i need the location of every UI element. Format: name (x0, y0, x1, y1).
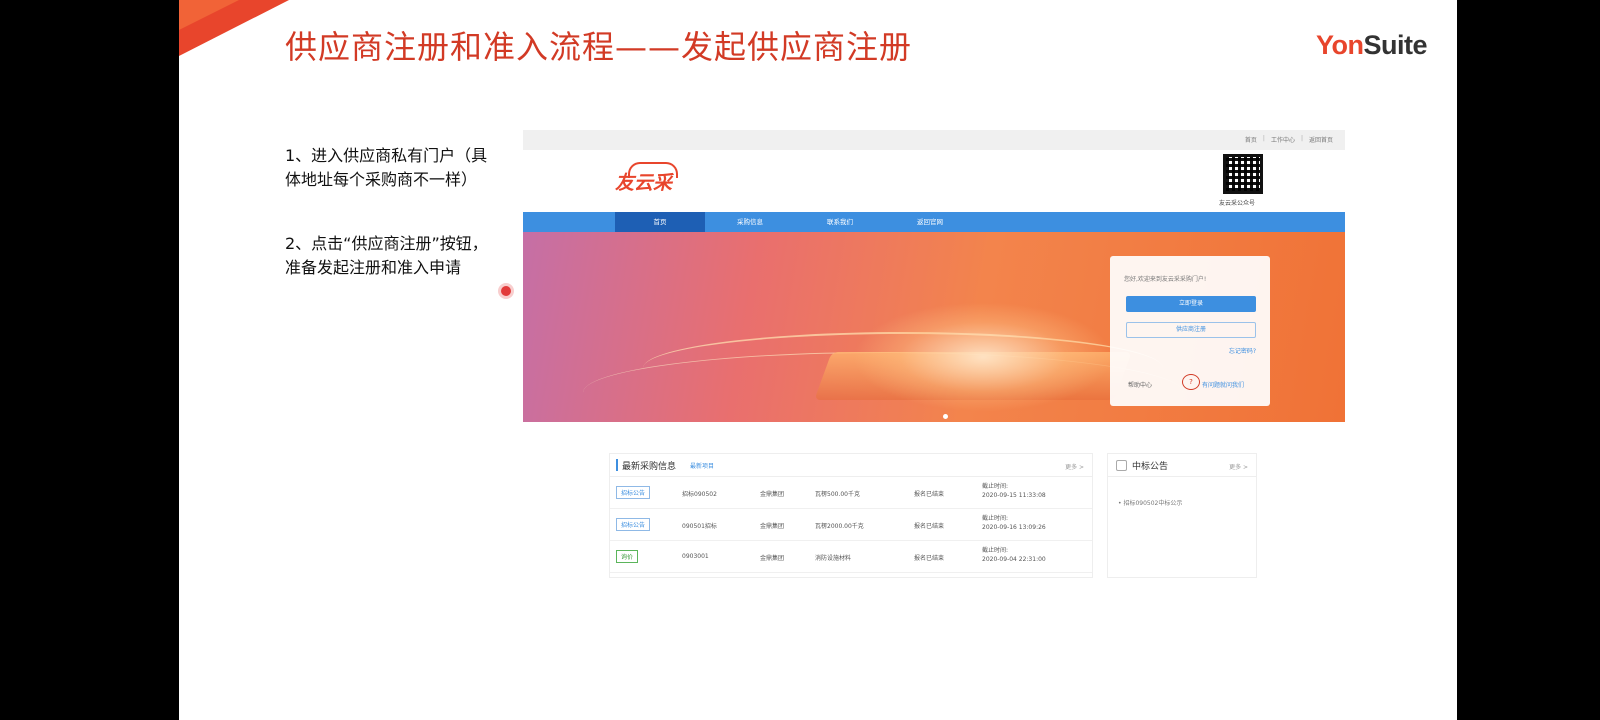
hero-banner: 您好,欢迎来到友云采采购门户! 立即登录 供应商注册 忘记密码? 帮助中心 ? … (523, 232, 1345, 422)
award-panel-header: 中标公告 更多 > (1108, 454, 1256, 477)
procurement-panel-header: 最新采购信息 最新项目 更多 > (610, 454, 1092, 477)
nav-item-official-site[interactable]: 返回官网 (885, 212, 975, 232)
project-item: 消防设施材料 (815, 555, 852, 562)
nav-item-contact[interactable]: 联系我们 (795, 212, 885, 232)
supplier-register-button[interactable]: 供应商注册 (1126, 322, 1256, 338)
table-row[interactable]: 询价 0903001 金鼎集团 消防设施材料 报名已结束 截止时间: 2020-0… (610, 541, 1092, 573)
award-list-item[interactable]: • 招标090502中标公示 (1118, 498, 1182, 507)
project-item: 瓦楞500.00千克 (815, 491, 860, 498)
project-org: 金鼎集团 (760, 523, 785, 530)
toplink-home[interactable]: 首页 (1245, 135, 1257, 144)
login-button[interactable]: 立即登录 (1126, 296, 1256, 312)
procurement-panel: 最新采购信息 最新项目 更多 > 招标公告 招标090502 金鼎集团 瓦楞50… (609, 453, 1093, 578)
step-2-text: 2、点击“供应商注册”按钮，准备发起注册和准入申请 (285, 234, 488, 277)
portal-logo[interactable]: 友云采 (615, 168, 672, 195)
tab-latest-projects[interactable]: 最新项目 (690, 461, 714, 470)
project-status: 报名已结束 (914, 555, 945, 562)
panel-accent-bar (616, 459, 618, 471)
award-icon (1116, 460, 1127, 471)
table-row[interactable]: 招标公告 招标090502 金鼎集团 瓦楞500.00千克 报名已结束 截止时间… (610, 477, 1092, 509)
type-badge: 询价 (616, 550, 639, 563)
portal-screenshot: 首页 | 工作中心 | 返回首页 友云采 友云采公众号 首页 采购信息 联系我们… (523, 130, 1345, 590)
carousel-dot[interactable] (943, 414, 948, 419)
slide-corner-accent (179, 0, 239, 30)
procurement-more-link[interactable]: 更多 > (1065, 462, 1084, 471)
project-status: 报名已结束 (914, 523, 945, 530)
help-center-link[interactable]: 帮助中心 (1128, 380, 1152, 389)
forgot-password-link[interactable]: 忘记密码? (1229, 346, 1256, 355)
award-panel: 中标公告 更多 > • 招标090502中标公示 (1107, 453, 1257, 578)
toplink-workcenter[interactable]: 工作中心 (1271, 135, 1295, 144)
qr-code-icon (1223, 154, 1263, 194)
login-panel: 您好,欢迎来到友云采采购门户! 立即登录 供应商注册 忘记密码? 帮助中心 ? … (1110, 256, 1270, 406)
project-deadline: 截止时间: 2020-09-16 13:09:26 (982, 515, 1046, 531)
project-code: 090501招标 (682, 523, 717, 530)
table-row[interactable]: 招标公告 090501招标 金鼎集团 瓦楞2000.00千克 报名已结束 截止时… (610, 509, 1092, 541)
qr-label: 友云采公众号 (1219, 200, 1256, 207)
hero-glow (853, 302, 1113, 412)
nav-item-procurement[interactable]: 采购信息 (705, 212, 795, 232)
project-org: 金鼎集团 (760, 555, 785, 562)
project-deadline: 截止时间: 2020-09-15 11:33:08 (982, 483, 1046, 499)
ask-us-link[interactable]: 有问题就问我们 (1202, 380, 1244, 389)
type-badge: 招标公告 (616, 518, 651, 531)
slide-title: 供应商注册和准入流程——发起供应商注册 (285, 28, 913, 66)
step-1-text: 1、进入供应商私有门户（具体地址每个采购商不一样） (285, 146, 488, 189)
yonsuite-logo: YonSuite (1315, 30, 1428, 60)
login-welcome: 您好,欢迎来到友云采采购门户! (1124, 276, 1207, 283)
presentation-slide: 供应商注册和准入流程——发起供应商注册 YonSuite 1、进入供应商私有门户… (179, 0, 1457, 720)
portal-nav: 首页 采购信息 联系我们 返回官网 (523, 212, 1345, 232)
award-more-link[interactable]: 更多 > (1229, 462, 1248, 471)
project-org: 金鼎集团 (760, 491, 785, 498)
toplink-return[interactable]: 返回首页 (1309, 135, 1333, 144)
portal-top-links: 首页 | 工作中心 | 返回首页 (1244, 135, 1333, 144)
portal-topbar: 首页 | 工作中心 | 返回首页 (523, 130, 1345, 150)
project-item: 瓦楞2000.00千克 (815, 523, 864, 530)
nav-item-home[interactable]: 首页 (615, 212, 705, 232)
laser-pointer-dot (501, 286, 511, 296)
help-icon[interactable]: ? (1182, 374, 1200, 390)
project-status: 报名已结束 (914, 491, 945, 498)
award-title: 中标公告 (1132, 462, 1169, 472)
type-badge: 招标公告 (616, 486, 651, 499)
project-code: 0903001 (682, 553, 709, 560)
procurement-title: 最新采购信息 (622, 462, 677, 472)
project-code: 招标090502 (682, 491, 717, 498)
project-deadline: 截止时间: 2020-09-04 22:31:00 (982, 547, 1046, 563)
